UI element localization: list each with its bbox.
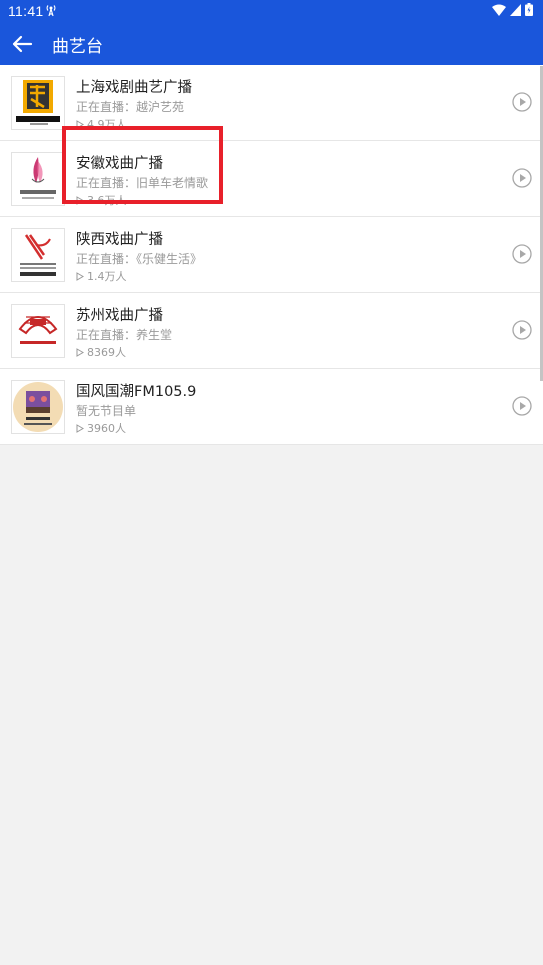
play-circle-icon[interactable]	[512, 244, 532, 264]
status-icons	[492, 3, 533, 16]
station-listeners: 3960人	[76, 420, 126, 436]
play-circle-icon[interactable]	[512, 168, 532, 188]
fm1059-logo-image	[12, 381, 64, 433]
arrow-left-icon	[12, 35, 33, 53]
station-name: 上海戏剧曲艺广播	[76, 80, 192, 96]
station-listeners: 1.4万人	[76, 268, 127, 284]
listener-count: 3960人	[87, 422, 126, 435]
anhui-logo-image	[12, 153, 64, 205]
station-row[interactable]: 陕西戏曲广播 正在直播：《乐健生活》 1.4万人	[0, 217, 543, 293]
station-logo	[11, 304, 65, 358]
station-listeners: 8369人	[76, 344, 126, 360]
station-program: 正在直播：越沪艺苑	[76, 100, 185, 114]
station-row[interactable]: 苏州戏曲广播 正在直播：养生堂 8369人	[0, 293, 543, 369]
play-small-icon	[76, 423, 84, 433]
station-row[interactable]: 安徽戏曲广播 正在直播：旧单车老情歌 3.6万人	[0, 141, 543, 217]
play-circle-icon[interactable]	[512, 92, 532, 112]
status-bar: 11:41	[0, 0, 543, 22]
station-program: 正在直播：养生堂	[76, 328, 173, 342]
play-small-icon	[76, 195, 84, 205]
station-program: 正在直播：旧单车老情歌	[76, 176, 209, 190]
play-small-icon	[76, 119, 84, 129]
play-small-icon	[76, 271, 84, 281]
station-program: 正在直播：《乐健生活》	[76, 252, 203, 266]
station-logo	[11, 152, 65, 206]
station-logo	[11, 228, 65, 282]
station-row[interactable]: 上海戏剧曲艺广播 正在直播：越沪艺苑 4.9万人	[0, 65, 543, 141]
battery-icon	[525, 3, 533, 16]
shaanxi-logo-image	[12, 229, 64, 281]
listener-count: 4.9万人	[87, 118, 127, 131]
listener-count: 3.6万人	[87, 194, 127, 207]
station-list: 上海戏剧曲艺广播 正在直播：越沪艺苑 4.9万人 安徽戏曲广播 正在直播：旧单车…	[0, 65, 543, 445]
station-name: 国风国潮FM105.9	[76, 384, 197, 400]
signal-icon	[510, 3, 521, 16]
station-name: 陕西戏曲广播	[76, 232, 163, 248]
page-title: 曲艺台	[52, 37, 103, 57]
station-name: 安徽戏曲广播	[76, 156, 163, 172]
wifi-icon	[492, 4, 506, 16]
station-name: 苏州戏曲广播	[76, 308, 163, 324]
shanghai-logo-image	[12, 77, 64, 129]
play-circle-icon[interactable]	[512, 320, 532, 340]
listener-count: 1.4万人	[87, 270, 127, 283]
station-program: 暂无节目单	[76, 404, 137, 418]
station-listeners: 3.6万人	[76, 192, 127, 208]
suzhou-logo-image	[12, 305, 64, 357]
play-small-icon	[76, 347, 84, 357]
station-logo	[11, 380, 65, 434]
station-listeners: 4.9万人	[76, 116, 127, 132]
app-bar: 曲艺台	[0, 22, 543, 65]
listener-count: 8369人	[87, 346, 126, 359]
play-circle-icon[interactable]	[512, 396, 532, 416]
station-row[interactable]: 国风国潮FM105.9 暂无节目单 3960人	[0, 369, 543, 445]
back-button[interactable]	[8, 30, 36, 58]
radio-tower-icon	[46, 5, 56, 17]
station-logo	[11, 76, 65, 130]
status-time: 11:41	[8, 3, 44, 19]
